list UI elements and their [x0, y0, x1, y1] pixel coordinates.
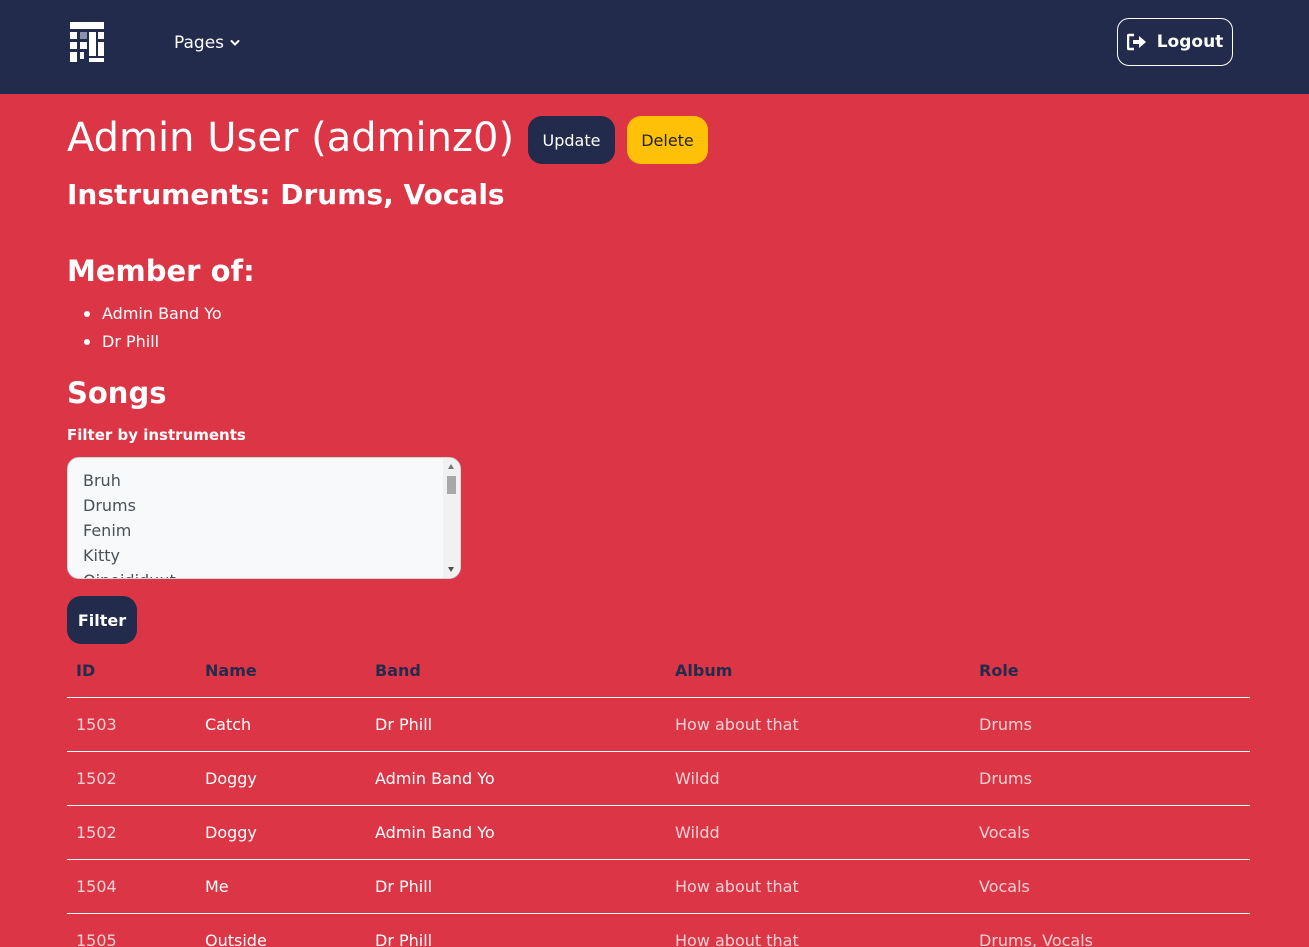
chevron-down-icon: [230, 40, 240, 46]
column-header-role[interactable]: Role: [970, 644, 1250, 698]
pages-dropdown-label: Pages: [174, 33, 225, 53]
song-id: 1505: [67, 913, 196, 947]
album-name: Wildd: [666, 751, 970, 806]
instrument-option[interactable]: Drums: [83, 493, 176, 518]
album-name: How about that: [666, 913, 970, 947]
song-name-link[interactable]: Outside: [196, 913, 366, 947]
album-name: How about that: [666, 697, 970, 752]
band-link[interactable]: Dr Phill: [366, 697, 666, 752]
filter-button[interactable]: Filter: [67, 596, 137, 644]
instrument-options: Bruh Drums Fenim Kitty Oinoididuut: [83, 468, 176, 578]
select-scrollbar[interactable]: [443, 458, 460, 578]
song-id: 1504: [67, 859, 196, 914]
column-header-id[interactable]: ID: [67, 644, 196, 698]
scroll-up-arrow-icon[interactable]: [448, 464, 454, 469]
role-name: Vocals: [970, 859, 1250, 914]
band-list-item: Admin Band Yo: [84, 300, 222, 328]
update-button[interactable]: Update: [528, 116, 615, 164]
column-header-band[interactable]: Band: [366, 644, 666, 698]
role-name: Drums, Vocals: [970, 913, 1250, 947]
instrument-multiselect[interactable]: Bruh Drums Fenim Kitty Oinoididuut: [67, 457, 461, 579]
member-of-heading: Member of:: [67, 254, 255, 288]
song-name-link[interactable]: Catch: [196, 697, 366, 752]
album-name: How about that: [666, 859, 970, 914]
song-name-link[interactable]: Me: [196, 859, 366, 914]
band-list-item: Dr Phill: [84, 328, 222, 356]
band-link[interactable]: Dr Phill: [366, 859, 666, 914]
album-name: Wildd: [666, 805, 970, 860]
top-navbar: Pages Logout: [0, 0, 1309, 94]
role-name: Vocals: [970, 805, 1250, 860]
band-link[interactable]: Admin Band Yo: [366, 751, 666, 806]
band-link[interactable]: Dr Phill: [366, 913, 666, 947]
song-id: 1502: [67, 805, 196, 860]
scroll-thumb[interactable]: [447, 476, 456, 494]
table-row: 1505 Outside Dr Phill How about that Dru…: [67, 913, 1250, 947]
instrument-option[interactable]: Kitty: [83, 543, 176, 568]
instrument-option[interactable]: Fenim: [83, 518, 176, 543]
column-header-album[interactable]: Album: [666, 644, 970, 698]
instruments-heading: Instruments: Drums, Vocals: [67, 178, 505, 211]
instrument-option[interactable]: Bruh: [83, 468, 176, 493]
songs-table: ID Name Band Album Role 1503 Catch Dr Ph…: [67, 644, 1250, 947]
logout-button[interactable]: Logout: [1117, 18, 1233, 66]
table-row: 1504 Me Dr Phill How about that Vocals: [67, 859, 1250, 914]
song-id: 1502: [67, 751, 196, 806]
role-name: Drums: [970, 697, 1250, 752]
page-title: Admin User (adminz0): [67, 115, 515, 161]
column-header-name[interactable]: Name: [196, 644, 366, 698]
pages-dropdown[interactable]: Pages: [174, 31, 240, 55]
songs-heading: Songs: [67, 376, 167, 410]
logout-label: Logout: [1156, 32, 1224, 52]
filter-instruments-label: Filter by instruments: [67, 426, 246, 444]
table-row: 1502 Doggy Admin Band Yo Wildd Drums: [67, 751, 1250, 806]
band-list: Admin Band Yo Dr Phill: [84, 300, 222, 356]
instrument-option[interactable]: Oinoididuut: [83, 568, 176, 578]
song-name-link[interactable]: Doggy: [196, 751, 366, 806]
logout-icon: [1126, 33, 1146, 51]
table-row: 1502 Doggy Admin Band Yo Wildd Vocals: [67, 805, 1250, 860]
scroll-down-arrow-icon[interactable]: [448, 567, 454, 572]
band-link[interactable]: Admin Band Yo: [366, 805, 666, 860]
delete-button[interactable]: Delete: [627, 116, 708, 164]
song-id: 1503: [67, 697, 196, 752]
table-row: 1503 Catch Dr Phill How about that Drums: [67, 697, 1250, 752]
table-header-row: ID Name Band Album Role: [67, 644, 1250, 698]
app-logo-icon[interactable]: [68, 20, 106, 64]
role-name: Drums: [970, 751, 1250, 806]
song-name-link[interactable]: Doggy: [196, 805, 366, 860]
